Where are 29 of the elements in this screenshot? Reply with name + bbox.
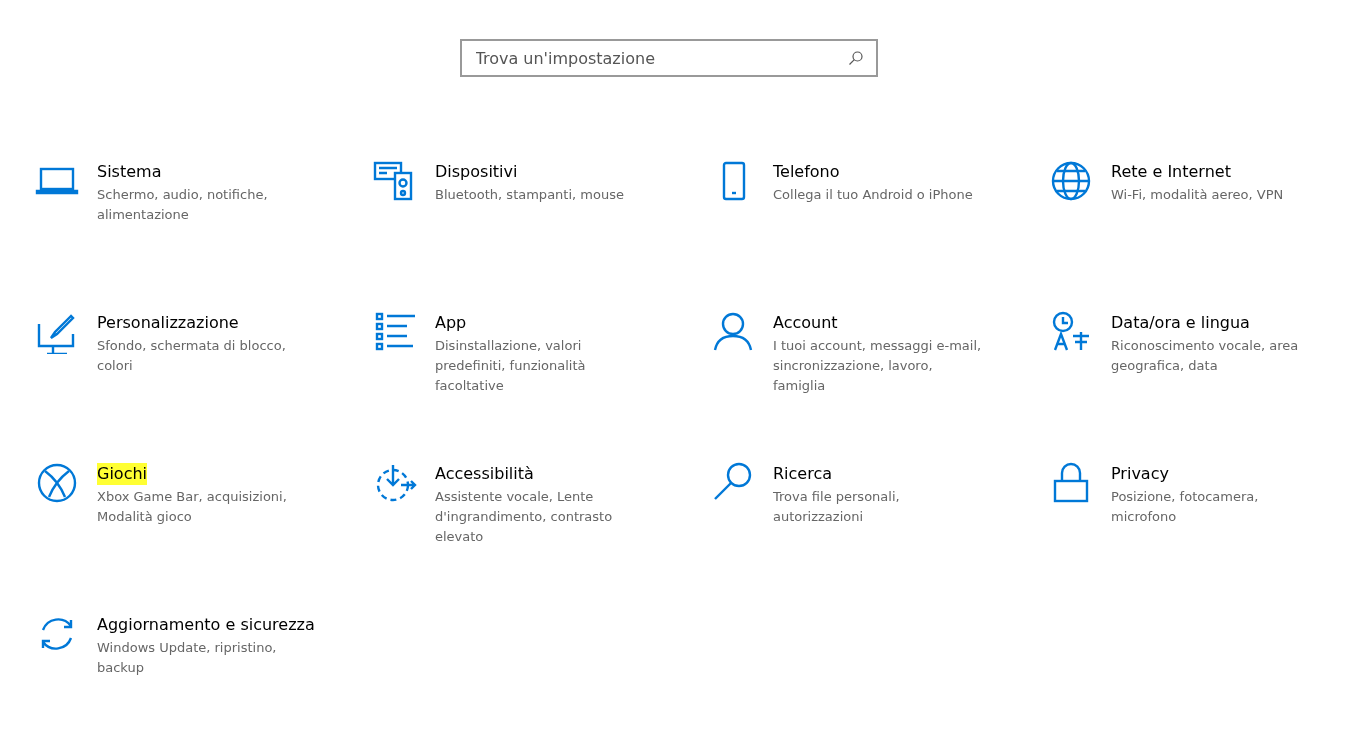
- category-description: Collega il tuo Android o iPhone: [773, 186, 973, 204]
- category-title[interactable]: Account: [773, 312, 838, 334]
- category-description: Riconoscimento vocale, area geografica, data: [1111, 337, 1299, 375]
- category-description: Bluetooth, stampanti, mouse: [435, 186, 624, 204]
- search-field[interactable]: Trova un'impostazione: [459, 39, 878, 77]
- category-description: Xbox Game Bar, acquisizioni, Modalità gioco: [97, 488, 287, 526]
- category-description: I tuoi account, messaggi e-mail, sincronizzazione, lavoro, famiglia: [773, 337, 982, 395]
- globe-icon[interactable]: [1049, 159, 1093, 203]
- category-description: Assistente vocale, Lente d'ingrandimento, contrasto elevato: [435, 488, 613, 546]
- category-title[interactable]: Accessibilità: [435, 463, 534, 485]
- category-description: Schermo, audio, notifiche, alimentazione: [97, 186, 268, 224]
- category-description: Posizione, fotocamera, microfono: [1111, 488, 1259, 526]
- category-title[interactable]: Ricerca: [773, 463, 833, 485]
- category-title[interactable]: Aggiornamento e sicurezza: [97, 614, 315, 636]
- category-title[interactable]: Rete e Internet: [1111, 161, 1231, 183]
- category-title[interactable]: Giochi: [97, 463, 147, 485]
- search-icon: [847, 50, 864, 66]
- category-description: Trova file personali, autorizzazioni: [773, 488, 900, 526]
- category-title[interactable]: Dispositivi: [435, 161, 518, 183]
- category-title[interactable]: Telefono: [773, 161, 840, 183]
- category-title[interactable]: Privacy: [1111, 463, 1169, 485]
- category-description: Wi-Fi, modalità aereo, VPN: [1111, 186, 1284, 204]
- category-description: Windows Update, ripristino, backup: [97, 639, 277, 677]
- category-title[interactable]: App: [435, 312, 467, 334]
- category-title[interactable]: Personalizzazione: [97, 312, 239, 334]
- category-title[interactable]: Sistema: [97, 161, 162, 183]
- category-title[interactable]: Data/ora e lingua: [1111, 312, 1250, 334]
- category-description: Disinstallazione, valori predefiniti, funzionalità facoltative: [435, 337, 586, 395]
- category-description: Sfondo, schermata di blocco, colori: [97, 337, 286, 375]
